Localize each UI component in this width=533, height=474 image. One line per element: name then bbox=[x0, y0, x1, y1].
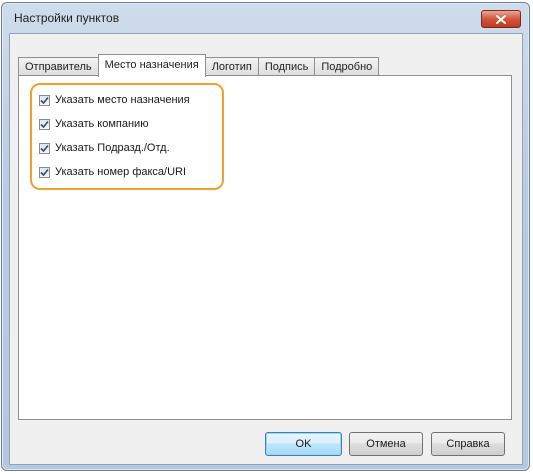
check-icon bbox=[40, 96, 49, 104]
title-bar[interactable]: Настройки пунктов bbox=[2, 3, 529, 33]
check-icon bbox=[40, 144, 49, 152]
option-specify-department[interactable]: Указать Подразд./Отд. bbox=[39, 142, 170, 154]
close-button[interactable] bbox=[481, 10, 521, 28]
tab-details[interactable]: Подробно bbox=[314, 57, 380, 76]
dialog-client-area: Отправитель Место назначения Логотип Под… bbox=[9, 33, 523, 465]
button-row: OK Отмена Справка bbox=[10, 432, 522, 458]
option-specify-destination[interactable]: Указать место назначения bbox=[39, 94, 190, 106]
option-label: Указать место назначения bbox=[55, 94, 190, 106]
tab-strip: Отправитель Место назначения Логотип Под… bbox=[18, 54, 380, 77]
option-label: Указать номер факса/URI bbox=[55, 166, 187, 178]
tab-signature[interactable]: Подпись bbox=[257, 57, 316, 76]
option-label: Указать компанию bbox=[55, 118, 149, 130]
close-icon bbox=[496, 14, 506, 24]
checkbox[interactable] bbox=[39, 142, 50, 154]
option-specify-fax-uri[interactable]: Указать номер факса/URI bbox=[39, 166, 186, 178]
check-icon bbox=[40, 120, 49, 128]
dialog-window: Настройки пунктов Отправитель Место назн… bbox=[1, 2, 530, 471]
ok-button[interactable]: OK bbox=[265, 432, 342, 456]
window-title: Настройки пунктов bbox=[14, 11, 120, 25]
option-specify-company[interactable]: Указать компанию bbox=[39, 118, 148, 130]
tab-logo[interactable]: Логотип bbox=[204, 57, 259, 76]
checkbox[interactable] bbox=[39, 94, 50, 106]
cancel-button[interactable]: Отмена bbox=[349, 432, 423, 456]
check-icon bbox=[40, 168, 49, 176]
tab-sender[interactable]: Отправитель bbox=[18, 57, 99, 76]
tab-panel-destination: Указать место назначения Указать компани… bbox=[18, 75, 512, 420]
checkbox[interactable] bbox=[39, 118, 50, 130]
checkbox[interactable] bbox=[39, 166, 50, 178]
tab-destination[interactable]: Место назначения bbox=[97, 54, 206, 77]
option-label: Указать Подразд./Отд. bbox=[55, 142, 170, 154]
help-button[interactable]: Справка bbox=[431, 432, 505, 456]
